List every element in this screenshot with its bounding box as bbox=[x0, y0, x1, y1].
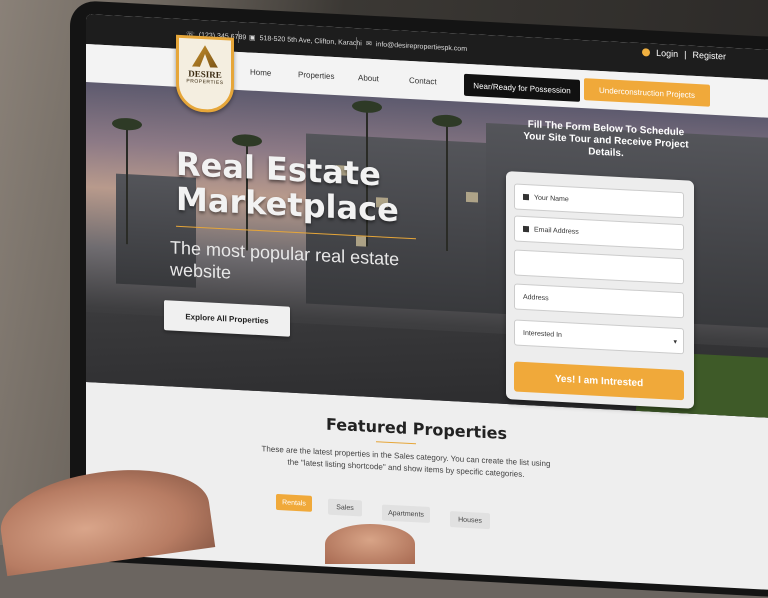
address-field[interactable]: Address bbox=[514, 283, 684, 319]
nav-properties[interactable]: Properties bbox=[298, 70, 334, 81]
hero-title: Real Estate Marketplace bbox=[176, 144, 399, 230]
user-thumb bbox=[325, 524, 415, 564]
divider bbox=[238, 30, 239, 44]
auth-separator: | bbox=[684, 49, 687, 60]
user-icon bbox=[642, 48, 651, 57]
divider bbox=[356, 37, 357, 50]
location-icon: ▣ bbox=[249, 34, 256, 42]
register-link[interactable]: Register bbox=[692, 50, 726, 62]
tab-houses[interactable]: Houses bbox=[450, 511, 490, 530]
palm-tree bbox=[126, 124, 128, 245]
name-placeholder: Your Name bbox=[534, 193, 569, 203]
site-logo[interactable]: DESIRE PROPERTIES bbox=[176, 34, 234, 114]
chevron-down-icon: ▾ bbox=[673, 338, 677, 346]
window-light bbox=[466, 191, 478, 203]
featured-divider bbox=[376, 441, 416, 445]
address-text: 518-520 5th Ave, Clifton, Karachi bbox=[259, 34, 362, 47]
login-link[interactable]: Login bbox=[656, 48, 678, 59]
interest-select[interactable]: Interested In ▾ bbox=[514, 319, 684, 355]
email-text[interactable]: info@desirepropertiespk.com bbox=[376, 41, 467, 53]
mail-icon bbox=[523, 225, 529, 233]
mail-icon: ✉ bbox=[366, 40, 372, 48]
phone-field[interactable] bbox=[514, 249, 684, 285]
submit-button[interactable]: Yes! I am Intrested bbox=[514, 361, 684, 401]
email-info[interactable]: ✉ info@desirepropertiespk.com bbox=[366, 40, 467, 53]
nav-home[interactable]: Home bbox=[250, 68, 271, 78]
nav-about[interactable]: About bbox=[358, 73, 379, 83]
tab-rentals[interactable]: Rentals bbox=[276, 493, 312, 512]
address-info: ▣ 518-520 5th Ave, Clifton, Karachi bbox=[249, 34, 362, 48]
email-placeholder: Email Address bbox=[534, 225, 579, 236]
nav-contact[interactable]: Contact bbox=[409, 76, 437, 86]
tab-apartments[interactable]: Apartments bbox=[382, 504, 430, 524]
interest-label: Interested In bbox=[523, 329, 562, 339]
logo-mark-icon bbox=[192, 45, 218, 68]
site-tour-form: Your Name Email Address Address Interest… bbox=[506, 171, 694, 409]
user-icon bbox=[523, 193, 529, 201]
tab-sales[interactable]: Sales bbox=[328, 498, 362, 517]
featured-description: These are the latest properties in the S… bbox=[261, 444, 551, 479]
auth-links: Login | Register bbox=[642, 47, 726, 62]
featured-title: Featured Properties bbox=[326, 414, 508, 444]
name-field[interactable]: Your Name bbox=[514, 183, 684, 219]
address-placeholder: Address bbox=[523, 293, 549, 302]
palm-tree bbox=[446, 120, 448, 251]
email-field[interactable]: Email Address bbox=[514, 215, 684, 251]
